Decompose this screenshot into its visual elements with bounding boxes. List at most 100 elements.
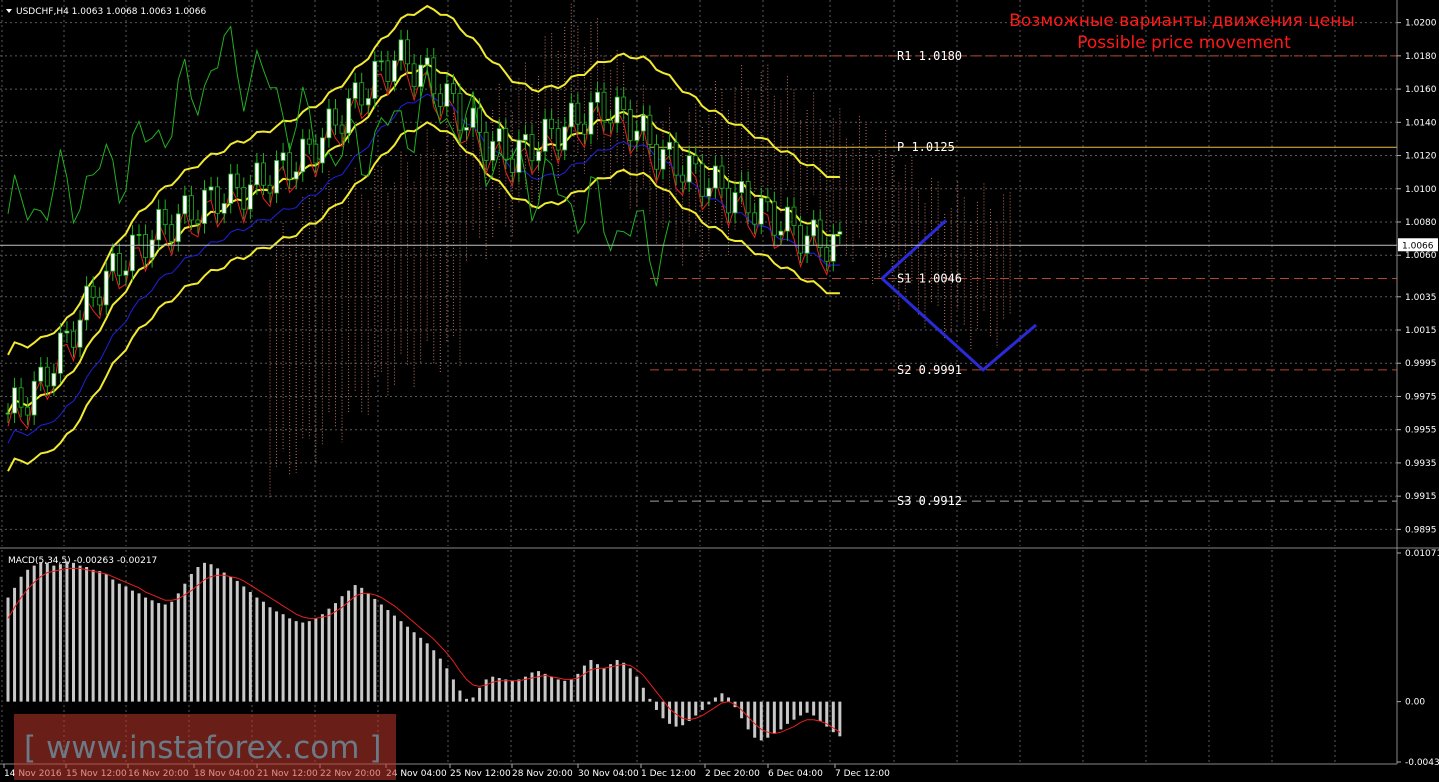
- macd-bar: [379, 604, 383, 702]
- price-tick-label: 0.9935: [1405, 459, 1437, 469]
- pivot-label-r1: R1 1.0180: [897, 49, 962, 63]
- watermark-text: [ www.instaforex.com ]: [24, 730, 381, 766]
- macd-bar: [117, 583, 121, 702]
- candle-body: [496, 128, 502, 142]
- macd-bar: [327, 608, 331, 702]
- candle-body: [444, 83, 450, 107]
- macd-bar: [98, 571, 102, 702]
- macd-bar: [373, 598, 377, 702]
- macd-bar: [635, 676, 639, 702]
- candle-body: [490, 141, 496, 161]
- candle-body: [726, 187, 731, 214]
- macd-bar: [189, 573, 193, 702]
- candle-body: [300, 138, 306, 173]
- macd-bar: [111, 579, 115, 702]
- price-tick-label: 0.9915: [1405, 492, 1437, 502]
- candle-body: [90, 285, 96, 298]
- macd-bar: [458, 690, 462, 702]
- candle-body: [208, 186, 214, 191]
- price-tick-label: 1.0200: [1405, 19, 1437, 29]
- candle-body: [182, 195, 188, 215]
- candle-body: [326, 108, 332, 139]
- macd-bar: [668, 701, 672, 724]
- macd-tick-label: -0.00435: [1405, 758, 1439, 768]
- candle-body: [654, 143, 659, 170]
- watermark: [ www.instaforex.com ]: [14, 714, 396, 780]
- macd-bar: [72, 562, 75, 702]
- macd-bar: [779, 701, 783, 730]
- macd-bar: [65, 561, 69, 702]
- macd-bar: [314, 618, 318, 702]
- candle-body: [614, 96, 620, 124]
- candle-body: [116, 252, 122, 276]
- macd-bar: [183, 583, 187, 702]
- macd-bar: [654, 701, 658, 710]
- candle-body: [234, 173, 240, 188]
- macd-bar: [727, 697, 730, 702]
- time-tick-label: 1 Dec 12:00: [641, 769, 696, 779]
- macd-bar: [641, 687, 645, 702]
- candle-body: [38, 366, 44, 382]
- macd-bar: [615, 659, 619, 702]
- price-tick-label: 0.9975: [1405, 392, 1437, 402]
- candle-body: [156, 209, 162, 241]
- macd-bar: [661, 701, 665, 719]
- candle-body: [398, 39, 404, 61]
- macd-bar: [772, 701, 776, 734]
- candle-body: [293, 171, 299, 180]
- macd-bar: [432, 650, 436, 702]
- candle-body: [385, 60, 391, 82]
- current-price-label: 1.0066: [1402, 241, 1434, 251]
- macd-bar: [52, 565, 56, 702]
- macd-bar: [753, 701, 757, 738]
- time-tick-label: 28 Nov 20:00: [512, 769, 573, 779]
- candle-body: [627, 109, 633, 141]
- macd-bar: [550, 676, 554, 702]
- symbol-info: USDCHF,H4 1.0063 1.0068 1.0063 1.0066: [16, 7, 206, 17]
- macd-bar: [334, 603, 337, 702]
- header: USDCHF,H4 1.0063 1.0068 1.0063 1.0066: [6, 7, 206, 17]
- candle-body: [77, 319, 83, 348]
- price-tick-label: 1.0100: [1405, 185, 1437, 195]
- time-tick-label: 30 Nov 04:00: [578, 769, 639, 779]
- macd-bar: [563, 680, 567, 702]
- candle-body: [765, 197, 771, 203]
- macd-bar: [707, 701, 711, 705]
- macd-bar: [203, 562, 206, 702]
- price-tick-label: 1.0140: [1405, 118, 1437, 128]
- macd-bar: [582, 665, 586, 702]
- macd-bar: [157, 603, 161, 702]
- macd-bar: [216, 568, 220, 702]
- macd-bar: [150, 600, 154, 702]
- candle-body: [516, 139, 522, 173]
- macd-bar: [242, 586, 246, 702]
- candle-body: [97, 296, 103, 306]
- candle-body: [352, 82, 358, 99]
- macd-bar: [268, 607, 272, 702]
- macd-bar: [347, 590, 351, 702]
- candle-body: [509, 158, 515, 173]
- macd-bar: [720, 693, 724, 702]
- candle-body: [529, 134, 535, 162]
- candle-body: [103, 270, 109, 306]
- candle-body: [457, 93, 463, 131]
- candle-body: [31, 380, 37, 416]
- macd-bar: [537, 671, 541, 702]
- candle-body: [378, 60, 384, 63]
- macd-bar: [556, 679, 560, 702]
- candle-body: [464, 127, 469, 131]
- candle-body: [483, 131, 489, 161]
- candle-body: [195, 219, 201, 224]
- macd-bar: [602, 668, 606, 702]
- candle-body: [785, 206, 790, 232]
- macd-bar: [812, 701, 816, 716]
- macd-tick-label: 0.01071: [1405, 549, 1439, 559]
- macd-bar: [445, 668, 449, 702]
- macd-bar: [425, 643, 429, 702]
- candle-body: [660, 149, 666, 170]
- macd-bar: [288, 618, 292, 702]
- price-tick-label: 1.0015: [1405, 326, 1437, 336]
- macd-bar: [275, 611, 279, 702]
- candle-body: [837, 231, 843, 235]
- macd-bar: [700, 701, 704, 710]
